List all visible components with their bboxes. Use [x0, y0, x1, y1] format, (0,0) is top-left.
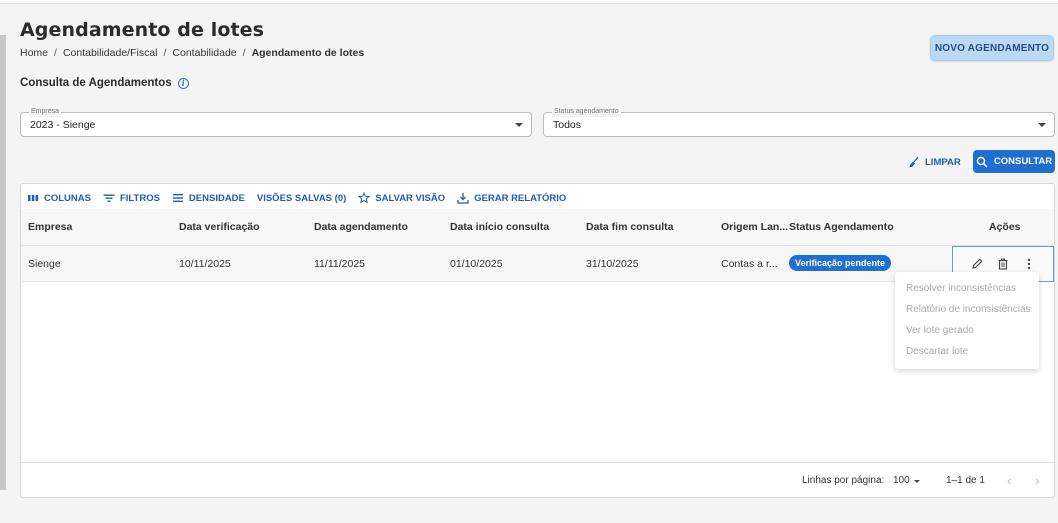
rows-per-page-label: Linhas por página:: [802, 475, 885, 486]
empresa-label: Empresa: [29, 107, 62, 117]
density-label: DENSIDADE: [188, 192, 245, 204]
breadcrumb: Home / Contabilidade/Fiscal / Contabilid…: [20, 47, 364, 59]
more-vert-icon[interactable]: [1022, 257, 1036, 271]
top-bar: [0, 0, 1058, 4]
broom-icon: [909, 156, 919, 167]
columns-label: COLUNAS: [44, 192, 91, 204]
cell-data-verificacao: 10/11/2025: [179, 258, 231, 270]
header-data-inicio[interactable]: Data início consulta: [450, 221, 549, 233]
dropdown-arrow-icon[interactable]: [914, 480, 920, 483]
trash-icon[interactable]: [996, 257, 1010, 271]
status-label: Status agendamento: [552, 107, 621, 117]
search-button[interactable]: CONSULTAR: [973, 150, 1055, 173]
filter-icon: [103, 194, 115, 202]
search-icon: [976, 156, 988, 168]
header-origem[interactable]: Origem Lan...: [721, 221, 788, 233]
page-title: Agendamento de lotes: [20, 19, 265, 41]
menu-item-resolver[interactable]: Resolver inconsistências: [906, 283, 1016, 294]
table-header: Empresa Data verificação Data agendament…: [21, 209, 1054, 246]
dropdown-arrow-icon[interactable]: [515, 123, 523, 127]
status-select[interactable]: Status agendamento Todos: [543, 107, 1055, 137]
cell-origem: Contas a r...: [721, 258, 778, 270]
saved-views-label: VISÕES SALVAS (0): [256, 192, 347, 204]
cell-data-agendamento: 11/11/2025: [314, 258, 365, 270]
header-acoes: Ações: [989, 221, 1021, 233]
star-icon: [358, 192, 371, 204]
grid-toolbar: COLUNAS FILTROS DENSIDADE VISÕES SALVAS …: [27, 190, 566, 206]
header-data-verificacao[interactable]: Data verificação: [179, 221, 260, 233]
chevron-left-icon[interactable]: ‹: [1007, 473, 1011, 488]
filters-label: FILTROS: [119, 192, 160, 204]
breadcrumb-separator: /: [54, 47, 57, 59]
report-button[interactable]: GERAR RELATÓRIO: [457, 192, 566, 204]
header-data-agendamento[interactable]: Data agendamento: [314, 221, 408, 233]
saved-views-button[interactable]: VISÕES SALVAS (0): [257, 193, 346, 204]
filters-button[interactable]: FILTROS: [103, 192, 160, 204]
row-actions-menu: Resolver inconsistências Relatório de in…: [895, 272, 1039, 369]
save-view-button[interactable]: SALVAR VISÃO: [358, 192, 445, 204]
breadcrumb-contabilidade-fiscal[interactable]: Contabilidade/Fiscal: [63, 47, 158, 59]
header-data-fim[interactable]: Data fim consulta: [586, 221, 674, 233]
report-label: GERAR RELATÓRIO: [474, 192, 567, 204]
columns-button[interactable]: COLUNAS: [27, 192, 91, 204]
section-title: Consulta de Agendamentos i: [20, 77, 189, 89]
clear-button[interactable]: LIMPAR: [908, 153, 961, 171]
menu-item-ver-lote[interactable]: Ver lote gerado: [906, 325, 974, 336]
breadcrumb-current: Agendamento de lotes: [251, 47, 365, 59]
header-status[interactable]: Status Agendamento: [789, 221, 894, 233]
breadcrumb-contabilidade[interactable]: Contabilidade: [172, 47, 236, 59]
cell-data-inicio: 01/10/2025: [450, 258, 503, 270]
chevron-right-icon[interactable]: ›: [1035, 473, 1039, 488]
edit-icon[interactable]: [970, 257, 984, 271]
rows-per-page-select[interactable]: 100: [893, 475, 910, 486]
save-view-label: SALVAR VISÃO: [375, 192, 446, 204]
download-icon: [457, 193, 469, 204]
info-icon[interactable]: i: [177, 77, 189, 89]
header-empresa[interactable]: Empresa: [28, 221, 72, 233]
status-value: Todos: [553, 119, 582, 131]
density-icon: [172, 194, 183, 202]
search-button-label: CONSULTAR: [993, 156, 1053, 167]
cell-data-fim: 31/10/2025: [586, 258, 639, 270]
breadcrumb-separator: /: [242, 47, 246, 59]
section-title-text: Consulta de Agendamentos: [20, 77, 172, 89]
cell-empresa: Sienge: [28, 258, 61, 270]
breadcrumb-separator: /: [163, 47, 167, 59]
status-badge: Verificação pendente: [789, 255, 892, 271]
menu-item-descartar[interactable]: Descartar lote: [906, 346, 968, 357]
breadcrumb-home[interactable]: Home: [20, 47, 48, 59]
empresa-select[interactable]: Empresa 2023 - Sienge: [20, 107, 532, 137]
dropdown-arrow-icon[interactable]: [1038, 123, 1046, 127]
menu-item-relatorio[interactable]: Relatório de inconsistências: [906, 304, 1031, 315]
empresa-value: 2023 - Sienge: [30, 119, 96, 131]
density-button[interactable]: DENSIDADE: [172, 192, 245, 204]
new-schedule-button[interactable]: NOVO AGENDAMENTO: [930, 35, 1054, 61]
clear-button-label: LIMPAR: [925, 156, 961, 168]
left-side-strip: [0, 35, 6, 490]
pagination-range: 1–1 de 1: [946, 475, 985, 486]
pagination: Linhas por página: 100 1–1 de 1 ‹ ›: [21, 462, 1054, 498]
columns-icon: [28, 195, 39, 201]
